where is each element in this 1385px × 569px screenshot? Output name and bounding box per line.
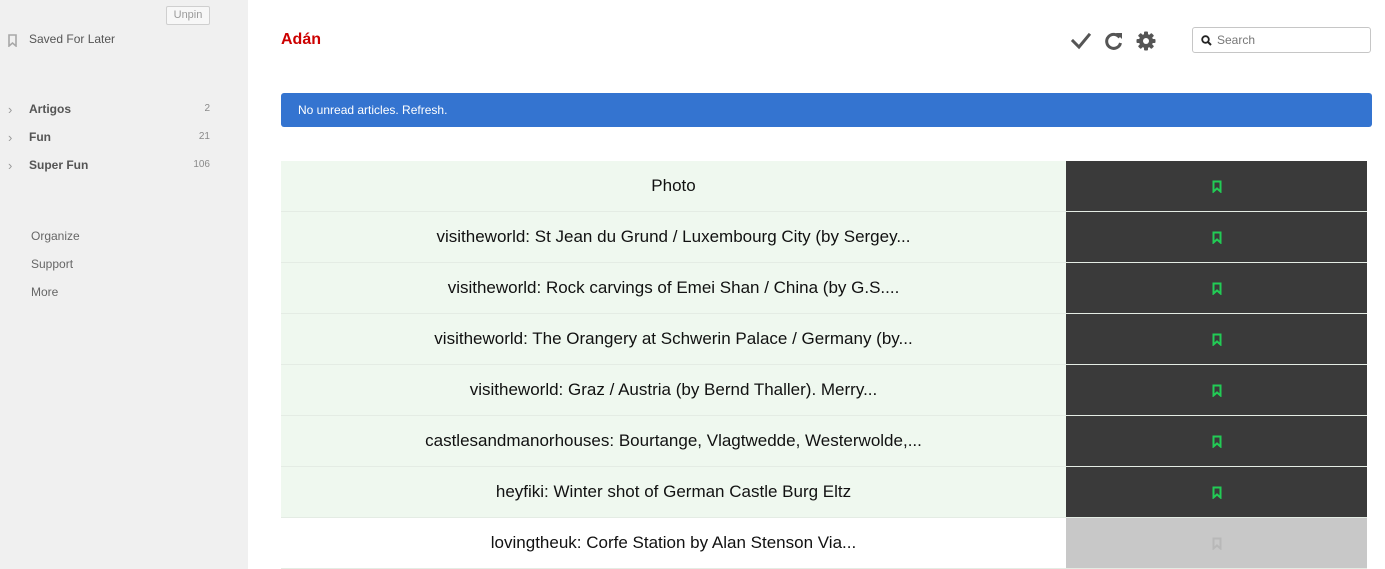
article-title[interactable]: visitheworld: Rock carvings of Emei Shan… <box>281 263 1066 313</box>
article-row[interactable]: visitheworld: St Jean du Grund / Luxembo… <box>281 212 1367 263</box>
article-title[interactable]: visitheworld: Graz / Austria (by Bernd T… <box>281 365 1066 415</box>
bookmark-icon <box>1212 231 1221 244</box>
feed-name: Super Fun <box>29 158 89 172</box>
sidebar-item-super-fun[interactable]: › Super Fun 106 <box>8 157 213 175</box>
article-title[interactable]: Photo <box>281 161 1066 211</box>
article-row[interactable]: castlesandmanorhouses: Bourtange, Vlagtw… <box>281 416 1367 467</box>
search-input[interactable] <box>1217 31 1365 49</box>
gear-icon[interactable] <box>1135 30 1157 52</box>
refresh-icon[interactable] <box>1103 30 1125 52</box>
search-icon <box>1201 35 1212 46</box>
save-toggle[interactable] <box>1066 467 1367 517</box>
chevron-right-icon[interactable]: › <box>8 130 12 146</box>
saved-for-later-item[interactable]: Saved For Later <box>8 31 115 49</box>
article-row[interactable]: Photo <box>281 161 1367 212</box>
organize-link[interactable]: Organize <box>31 229 80 243</box>
bookmark-icon <box>1212 537 1221 550</box>
support-link[interactable]: Support <box>31 257 73 271</box>
save-toggle[interactable] <box>1066 263 1367 313</box>
saved-for-later-label: Saved For Later <box>29 32 116 46</box>
sidebar: Unpin Saved For Later › Artigos 2 › Fun … <box>0 0 248 569</box>
sidebar-item-artigos[interactable]: › Artigos 2 <box>8 101 213 119</box>
feed-count: 106 <box>193 159 210 170</box>
save-toggle[interactable] <box>1066 212 1367 262</box>
article-row[interactable]: lovingtheuk: Corfe Station by Alan Stens… <box>281 518 1367 569</box>
article-row[interactable]: visitheworld: Graz / Austria (by Bernd T… <box>281 365 1367 416</box>
search-box[interactable] <box>1192 27 1371 53</box>
article-title[interactable]: visitheworld: St Jean du Grund / Luxembo… <box>281 212 1066 262</box>
feed-count: 21 <box>198 131 210 142</box>
checkmark-icon[interactable] <box>1070 30 1092 52</box>
save-toggle[interactable] <box>1066 416 1367 466</box>
save-toggle[interactable] <box>1066 314 1367 364</box>
save-toggle[interactable] <box>1066 161 1367 211</box>
article-title[interactable]: visitheworld: The Orangery at Schwerin P… <box>281 314 1066 364</box>
feed-name: Fun <box>29 130 51 144</box>
unpin-button[interactable]: Unpin <box>166 6 210 25</box>
article-row[interactable]: visitheworld: The Orangery at Schwerin P… <box>281 314 1367 365</box>
bookmark-icon <box>1212 180 1221 193</box>
bookmark-icon <box>1212 435 1221 448</box>
status-banner[interactable]: No unread articles. Refresh. <box>281 93 1372 127</box>
feed-name: Artigos <box>29 102 71 116</box>
save-toggle[interactable] <box>1066 518 1367 568</box>
bookmark-icon <box>1212 282 1221 295</box>
save-toggle[interactable] <box>1066 365 1367 415</box>
more-link[interactable]: More <box>31 285 58 299</box>
bookmark-icon <box>8 33 17 47</box>
chevron-right-icon[interactable]: › <box>8 102 12 118</box>
feed-count: 2 <box>204 103 210 114</box>
bookmark-icon <box>1212 333 1221 346</box>
bookmark-icon <box>1212 486 1221 499</box>
chevron-right-icon[interactable]: › <box>8 158 12 174</box>
article-row[interactable]: visitheworld: Rock carvings of Emei Shan… <box>281 263 1367 314</box>
article-title[interactable]: castlesandmanorhouses: Bourtange, Vlagtw… <box>281 416 1066 466</box>
article-title[interactable]: lovingtheuk: Corfe Station by Alan Stens… <box>281 518 1066 568</box>
sidebar-item-fun[interactable]: › Fun 21 <box>8 129 213 147</box>
article-title[interactable]: heyfiki: Winter shot of German Castle Bu… <box>281 467 1066 517</box>
bookmark-icon <box>1212 384 1221 397</box>
article-row[interactable]: heyfiki: Winter shot of German Castle Bu… <box>281 467 1367 518</box>
page-title: Adán <box>281 31 321 48</box>
article-list: Photo visitheworld: St Jean du Grund / L… <box>281 161 1367 569</box>
